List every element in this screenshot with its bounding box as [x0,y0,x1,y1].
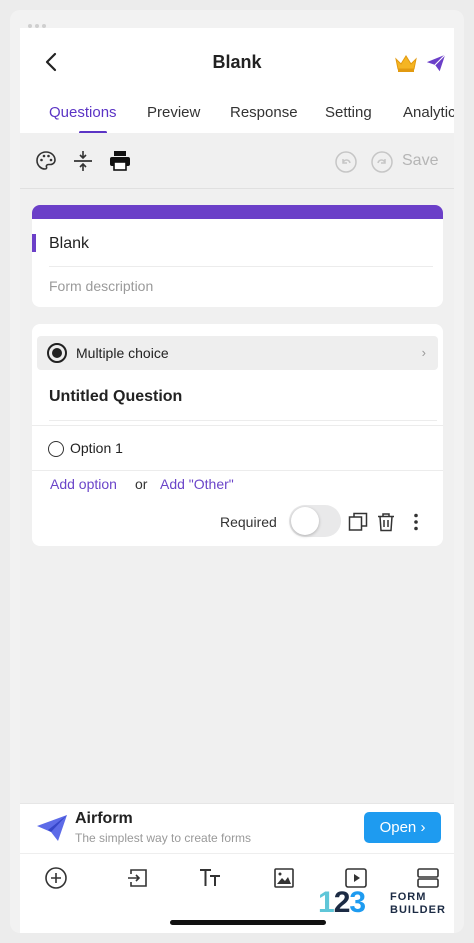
palette-icon[interactable] [34,149,58,173]
home-indicator [170,920,326,925]
option-label-field[interactable]: Option 1 [70,440,123,456]
app-header: Blank Questions Preview Response Setting… [20,28,454,134]
more-vertical-icon[interactable] [406,512,426,532]
save-button[interactable]: Save [402,152,438,170]
spacing-icon[interactable] [71,149,95,173]
text-format-icon[interactable] [198,866,222,890]
tab-preview[interactable]: Preview [147,104,200,121]
watermark-logo: 123 FORM BUILDER [318,886,450,922]
add-option-link[interactable]: Add option [50,476,117,492]
app-screen: Blank Questions Preview Response Setting… [20,28,454,933]
form-title-field[interactable]: Blank [49,235,89,253]
crown-icon[interactable] [394,53,418,73]
option-radio-icon[interactable] [48,441,64,457]
open-button-label: Open [379,819,417,836]
banner-subtitle: The simplest way to create forms [75,831,252,845]
trash-icon[interactable] [376,512,396,532]
question-title-field[interactable]: Untitled Question [49,388,182,406]
chevron-right-icon: › [420,819,426,836]
watermark-text: FORM BUILDER [390,891,446,917]
import-icon[interactable] [126,866,150,890]
required-toggle[interactable] [289,505,341,537]
watermark-number: 123 [318,886,366,919]
banner-title: Airform [75,810,133,827]
add-question-icon[interactable] [44,866,68,890]
divider [49,266,433,267]
form-description-field[interactable]: Form description [49,278,153,294]
tab-bar: Questions Preview Response Setting Analy… [20,96,454,133]
print-icon[interactable] [108,149,132,173]
divider [32,470,443,471]
image-icon[interactable] [272,866,296,890]
open-button[interactable]: Open › [364,812,441,843]
focus-accent [32,234,36,252]
question-card: Multiple choice › Untitled Question Opti… [32,324,443,546]
radio-icon [47,343,67,363]
undo-icon[interactable] [334,150,358,174]
page-title: Blank [212,52,262,72]
or-text: or [135,476,148,492]
tab-questions[interactable]: Questions [49,104,117,121]
redo-icon[interactable] [370,150,394,174]
tab-analytic[interactable]: Analytic [403,104,454,121]
send-icon[interactable] [425,52,447,74]
window-frame: Blank Questions Preview Response Setting… [10,10,464,933]
tab-response[interactable]: Response [230,104,298,121]
theme-color-band [32,205,443,219]
watermark-line2: BUILDER [390,904,446,916]
tab-setting[interactable]: Setting [325,104,372,121]
chevron-right-icon: › [421,345,426,360]
watermark-line1: FORM [390,891,427,903]
editor-toolbar: Save [20,133,454,189]
divider [32,425,443,426]
divider [49,420,437,421]
toggle-knob [291,507,319,535]
required-label: Required [220,514,277,530]
form-header-card: Blank Form description [32,205,443,307]
duplicate-icon[interactable] [348,512,368,532]
question-type-label: Multiple choice [76,345,169,361]
add-other-link[interactable]: Add "Other" [160,476,234,492]
airform-logo-icon [37,815,67,841]
promo-banner: Airform The simplest way to create forms… [20,803,454,853]
question-type-selector[interactable]: Multiple choice › [37,336,438,370]
